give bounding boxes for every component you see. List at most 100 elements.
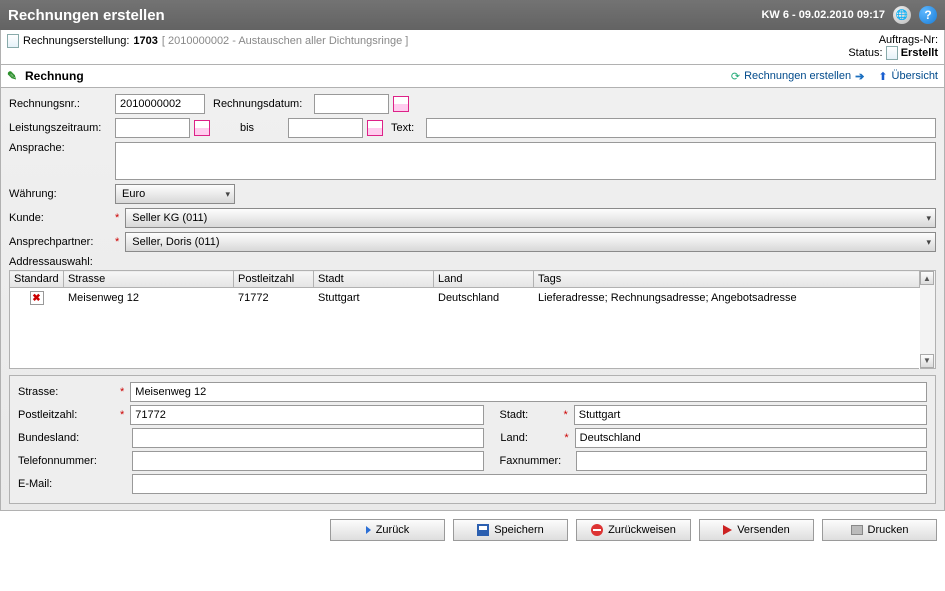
print-icon <box>851 525 863 535</box>
app-header: Rechnungen erstellen KW 6 - 09.02.2010 0… <box>0 0 945 30</box>
cell-city: Stuttgart <box>314 288 434 309</box>
form-panel: Rechnungsnr.: Rechnungsdatum: Leistungsz… <box>0 88 945 511</box>
back-button-label: Zurück <box>376 524 410 536</box>
print-button[interactable]: Drucken <box>822 519 937 541</box>
status-value: Erstellt <box>901 47 938 59</box>
status-document-icon <box>886 46 898 60</box>
table-row[interactable]: ✖ Meisenweg 12 71772 Stuttgart Deutschla… <box>10 288 920 309</box>
calendar-icon[interactable] <box>194 120 210 136</box>
breadcrumb-bar: Rechnungserstellung: 1703 [ 2010000002 -… <box>0 30 945 65</box>
kw-date: KW 6 - 09.02.2010 09:17 <box>761 9 885 21</box>
contact-label: Ansprechpartner: <box>9 236 111 248</box>
link-overview-label: Übersicht <box>892 70 938 82</box>
scroll-down-icon[interactable]: ▼ <box>920 354 934 368</box>
send-button[interactable]: Versenden <box>699 519 814 541</box>
edit-icon: ✎ <box>7 69 21 83</box>
customer-select[interactable]: Seller KG (011) <box>125 208 936 228</box>
back-icon <box>366 526 371 534</box>
street-label: Strasse: <box>18 386 116 398</box>
fax-label: Faxnummer: <box>488 455 560 467</box>
period-to-input[interactable] <box>288 118 363 138</box>
salutation-input[interactable] <box>115 142 936 180</box>
scroll-up-icon[interactable]: ▲ <box>920 271 934 285</box>
send-icon <box>723 525 732 535</box>
currency-value: Euro <box>122 188 145 200</box>
currency-select[interactable]: Euro <box>115 184 235 204</box>
save-button-label: Speichern <box>494 524 544 536</box>
fax-input[interactable] <box>576 451 928 471</box>
col-zip[interactable]: Postleitzahl <box>234 271 314 288</box>
save-icon <box>477 524 489 536</box>
link-create-invoices[interactable]: ⟳ Rechnungen erstellen ➔ <box>731 70 864 83</box>
reject-button-label: Zurückweisen <box>608 524 676 536</box>
delete-row-icon[interactable]: ✖ <box>30 291 44 305</box>
address-table: Standard Strasse Postleitzahl Stadt Land… <box>9 270 920 369</box>
state-input[interactable] <box>132 428 484 448</box>
required-mark: * <box>115 236 121 248</box>
period-to-label: bis <box>214 122 284 134</box>
customer-value: Seller KG (011) <box>132 212 207 224</box>
send-button-label: Versenden <box>737 524 790 536</box>
period-from-input[interactable] <box>115 118 190 138</box>
arrow-right-icon: ➔ <box>855 70 864 83</box>
cell-tags: Lieferadresse; Rechnungsadresse; Angebot… <box>534 288 920 309</box>
invoice-no-label: Rechnungsnr.: <box>9 98 111 110</box>
salutation-label: Ansprache: <box>9 142 111 154</box>
reject-icon <box>591 524 603 536</box>
city-label: Stadt: <box>488 409 560 421</box>
text-input[interactable] <box>426 118 936 138</box>
required-mark: * <box>115 212 121 224</box>
refresh-icon: ⟳ <box>731 70 740 83</box>
status-label: Status: <box>848 47 882 59</box>
email-input[interactable] <box>132 474 927 494</box>
section-header: ✎ Rechnung ⟳ Rechnungen erstellen ➔ ⬆ Üb… <box>0 65 945 88</box>
state-label: Bundesland: <box>18 432 116 444</box>
col-street[interactable]: Strasse <box>64 271 234 288</box>
invoice-date-label: Rechnungsdatum: <box>209 98 310 110</box>
contact-select[interactable]: Seller, Doris (011) <box>125 232 936 252</box>
contact-value: Seller, Doris (011) <box>132 236 219 248</box>
breadcrumb-label: Rechnungserstellung: <box>23 35 129 47</box>
invoice-no-input[interactable] <box>115 94 205 114</box>
col-standard[interactable]: Standard <box>10 271 64 288</box>
zip-label: Postleitzahl: <box>18 409 116 421</box>
address-detail-form: Strasse: * Postleitzahl: * Stadt: * Bund… <box>9 375 936 504</box>
save-button[interactable]: Speichern <box>453 519 568 541</box>
country-input[interactable] <box>575 428 927 448</box>
arrow-up-icon: ⬆ <box>878 70 887 83</box>
street-input[interactable] <box>130 382 927 402</box>
order-no-label: Auftrags-Nr: <box>879 34 938 46</box>
col-country[interactable]: Land <box>434 271 534 288</box>
print-button-label: Drucken <box>868 524 909 536</box>
period-label: Leistungszeitraum: <box>9 122 111 134</box>
country-label: Land: <box>488 432 560 444</box>
link-create-invoices-label: Rechnungen erstellen <box>744 70 851 82</box>
cell-street: Meisenweg 12 <box>64 288 234 309</box>
breadcrumb-desc: [ 2010000002 - Austauschen aller Dichtun… <box>162 35 408 47</box>
email-label: E-Mail: <box>18 478 116 490</box>
col-city[interactable]: Stadt <box>314 271 434 288</box>
cell-zip: 71772 <box>234 288 314 309</box>
calendar-icon[interactable] <box>393 96 409 112</box>
invoice-date-input[interactable] <box>314 94 389 114</box>
city-input[interactable] <box>574 405 927 425</box>
phone-input[interactable] <box>132 451 484 471</box>
reject-button[interactable]: Zurückweisen <box>576 519 691 541</box>
document-icon <box>7 34 19 48</box>
currency-label: Währung: <box>9 188 111 200</box>
calendar-icon[interactable] <box>367 120 383 136</box>
table-scrollbar[interactable]: ▲ ▼ <box>920 270 936 369</box>
cell-country: Deutschland <box>434 288 534 309</box>
footer-toolbar: Zurück Speichern Zurückweisen Versenden … <box>0 511 945 549</box>
text-label: Text: <box>387 122 422 134</box>
back-button[interactable]: Zurück <box>330 519 445 541</box>
phone-label: Telefonnummer: <box>18 455 116 467</box>
help-icon[interactable]: ? <box>919 6 937 24</box>
globe-icon[interactable]: 🌐 <box>893 6 911 24</box>
link-overview[interactable]: ⬆ Übersicht <box>878 70 938 83</box>
zip-input[interactable] <box>130 405 483 425</box>
section-title-text: Rechnung <box>25 69 84 83</box>
col-tags[interactable]: Tags <box>534 271 920 288</box>
page-title: Rechnungen erstellen <box>8 7 165 24</box>
customer-label: Kunde: <box>9 212 111 224</box>
